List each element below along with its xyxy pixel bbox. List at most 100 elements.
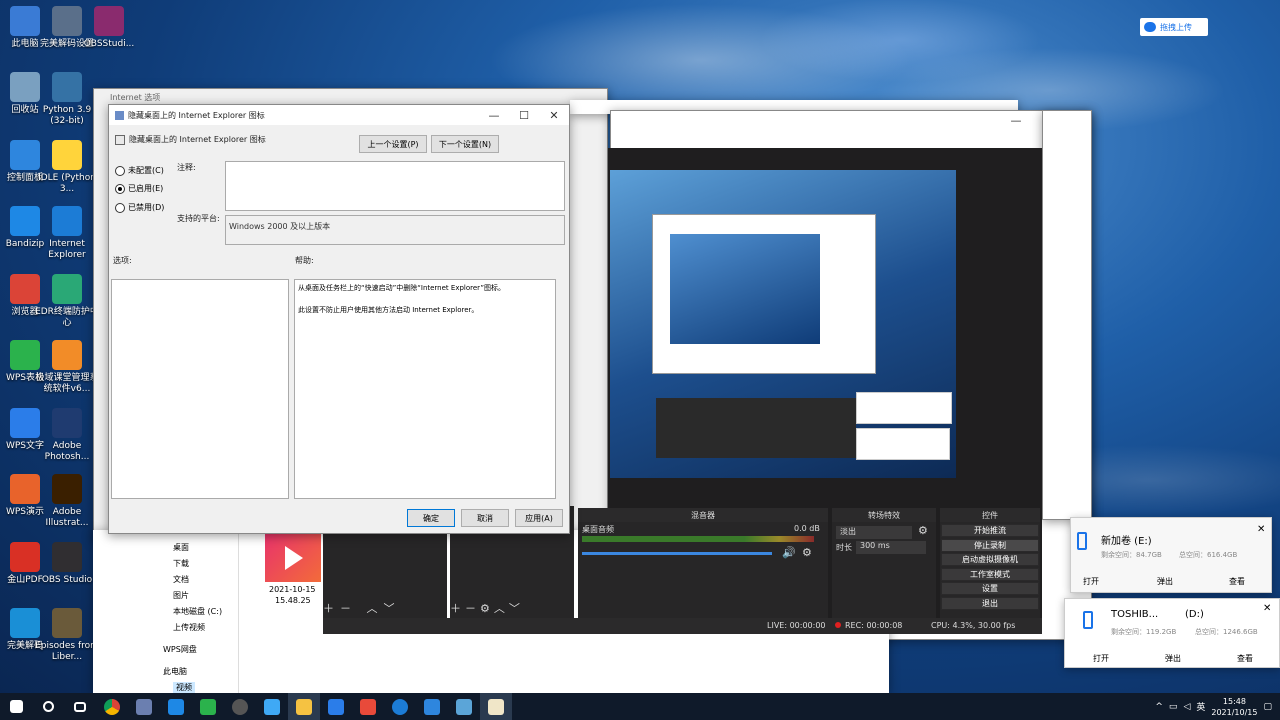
desktop-icon[interactable]: Adobe Illustrat... [34,474,100,529]
close-icon[interactable]: ✕ [539,109,569,122]
radio-label: 已启用(E) [128,184,164,193]
usb-drive-e-popup[interactable]: 新加卷 (E:) 剩余空间：84.7GB 总空间：616.4GB ✕ 打开 弹出… [1070,517,1272,593]
nav-item[interactable]: WPS网盘 [163,644,197,655]
usb-drive-d-popup[interactable]: TOSHIB... (D:) 剩余空间：119.2GB 总空间：1246.6GB… [1064,598,1280,668]
desktop-icon[interactable]: OBSStudi... [76,6,142,50]
nav-item[interactable]: 文档 [173,574,189,585]
policy-setting-dialog[interactable]: 隐藏桌面上的 Internet Explorer 图标 — ☐ ✕ 隐藏桌面上的 I… [108,104,570,534]
desktop-icon[interactable]: IDLE (Python 3... [34,140,100,195]
nav-item[interactable]: 视频 [173,682,195,693]
next-setting-button[interactable]: 下一个设置(N) [431,135,499,153]
obs-preview[interactable] [610,170,956,478]
task-view-button[interactable] [64,693,96,720]
app-icon [52,72,82,102]
taskbar-app[interactable] [128,693,160,720]
comment-textarea[interactable] [225,161,565,211]
search-button[interactable] [32,693,64,720]
view-drive-button[interactable]: 查看 [1237,653,1253,664]
open-drive-button[interactable]: 打开 [1083,576,1099,587]
explorer-nav-pane: 桌面 下载 文档 图片 本地磁盘 (C:) 上传视频 WPS网盘 此电脑 视频 [153,530,239,693]
taskbar-control-panel[interactable] [416,693,448,720]
close-icon[interactable]: ✕ [1263,603,1271,614]
close-icon[interactable]: ✕ [1257,524,1265,535]
desktop-icon[interactable]: 极域课堂管理系统软件v6... [34,340,100,395]
duration-input[interactable]: 300 ms [856,541,926,554]
drive-free-space: 剩余空间：84.7GB [1101,551,1162,559]
volume-slider[interactable] [582,552,772,555]
nav-item[interactable]: 下载 [173,558,189,569]
start-button[interactable] [0,693,32,720]
volume-icon[interactable]: ◁ [1183,702,1190,712]
video-file-thumbnail[interactable] [265,534,321,582]
taskbar-explorer[interactable] [288,693,320,720]
previous-setting-button[interactable]: 上一个设置(P) [359,135,427,153]
app-icon [264,698,280,715]
desktop-icon-label: Adobe Illustrat... [45,507,89,528]
minimize-icon[interactable]: — [1001,114,1031,127]
nav-item[interactable]: 上传视频 [173,622,205,633]
taskbar-app-2[interactable] [256,693,288,720]
nav-item[interactable]: 本地磁盘 (C:) [173,606,222,617]
desktop-icon[interactable]: OBS Studio [34,542,100,586]
desktop-icon[interactable]: Episodes from Liber... [34,608,100,663]
taskbar-obs[interactable] [224,693,256,720]
eject-drive-button[interactable]: 弹出 [1165,653,1181,664]
side-window[interactable] [1042,110,1092,520]
not-configured-radio[interactable]: 未配置(C) [115,165,164,176]
apply-button[interactable]: 应用(A) [515,509,563,527]
notification-icon[interactable]: ▢ [1263,702,1272,712]
network-icon[interactable]: ▭ [1169,702,1178,712]
taskbar-ie[interactable] [384,693,416,720]
enabled-radio[interactable]: 已启用(E) [115,183,163,194]
minimize-icon[interactable]: — [479,109,509,122]
taskbar-wps[interactable] [352,693,384,720]
tray-chevron-icon[interactable]: ^ [1155,702,1163,712]
disabled-radio[interactable]: 已禁用(D) [115,202,164,213]
mixer-gear-icon[interactable]: ⚙ [802,546,812,559]
rec-dot-icon [835,622,841,628]
app-icon [52,274,82,304]
nav-item[interactable]: 图片 [173,590,189,601]
taskbar-wps-writer[interactable] [320,693,352,720]
start-virtual-camera-button[interactable]: 启动虚拟摄像机 [941,553,1039,566]
maximize-icon[interactable]: ☐ [509,109,539,122]
eject-drive-button[interactable]: 弹出 [1157,576,1173,587]
exit-button[interactable]: 退出 [941,597,1039,610]
obs-icon [232,698,248,715]
taskbar-chrome[interactable] [96,693,128,720]
nav-item[interactable]: 桌面 [173,542,189,553]
transition-select[interactable]: 淡出 [836,526,912,539]
drive-name: 新加卷 (E:) [1101,536,1152,547]
studio-mode-button[interactable]: 工作室模式 [941,568,1039,581]
speaker-icon[interactable]: 🔊 [782,546,796,559]
mixer-db-value: 0.0 dB [794,524,820,533]
taskbar-app-3[interactable] [448,693,480,720]
app-icon [456,698,472,715]
drive-free-space: 剩余空间：119.2GB [1111,628,1177,636]
input-language[interactable]: 英 [1196,700,1205,713]
cancel-button[interactable]: 取消 [461,509,509,527]
ok-button[interactable]: 确定 [407,509,455,527]
scene-toolbar[interactable]: ＋－ ︿﹀ [323,600,443,615]
start-streaming-button[interactable]: 开始推流 [941,524,1039,537]
desktop-icon[interactable]: Internet Explorer [34,206,100,261]
desktop-icon-label: Python 3.9 (32-bit) [42,105,92,126]
desktop-icon[interactable]: EDR终端防护中心 [34,274,100,329]
comment-label: 注释: [177,163,196,172]
taskbar-bandizip[interactable] [160,693,192,720]
desktop-icon[interactable]: Python 3.9 (32-bit) [34,72,100,127]
transition-gear-icon[interactable]: ⚙ [918,524,928,537]
cloud-upload-button[interactable]: 拖拽上传 [1140,18,1208,36]
open-drive-button[interactable]: 打开 [1093,653,1109,664]
clock[interactable]: 15:48 2021/10/15 [1211,696,1257,718]
taskbar-wps-sheet[interactable] [192,693,224,720]
taskbar-notepad[interactable] [480,693,512,720]
stop-recording-button[interactable]: 停止录制 [941,539,1039,552]
nav-item[interactable]: 此电脑 [163,666,187,677]
wps-icon [360,698,376,715]
view-drive-button[interactable]: 查看 [1229,576,1245,587]
desktop-icon[interactable]: Adobe Photosh... [34,408,100,463]
source-toolbar[interactable]: ＋－⚙︿﹀ [450,600,570,615]
settings-button[interactable]: 设置 [941,582,1039,595]
usb-drive-icon [1083,611,1093,629]
